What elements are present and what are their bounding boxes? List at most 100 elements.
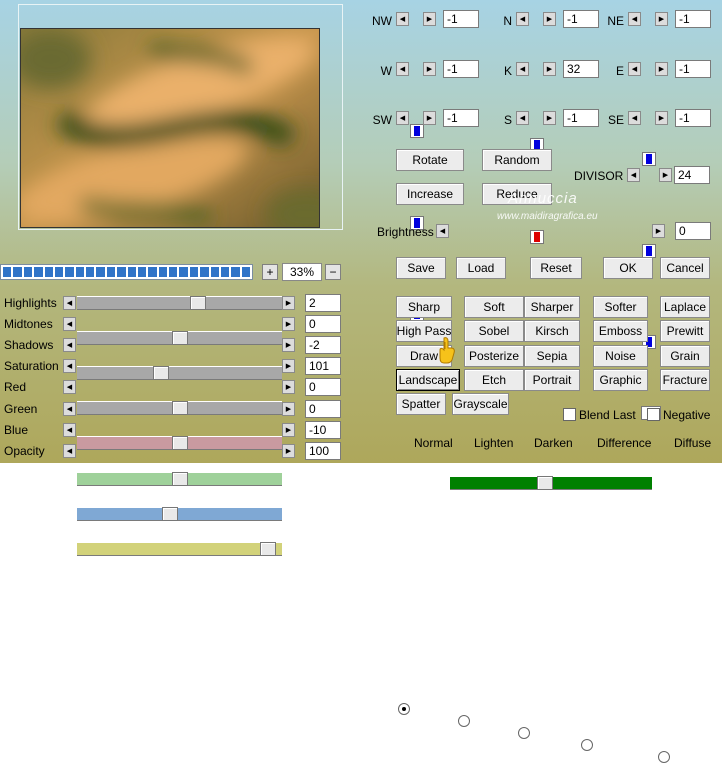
shadows-decrease-arrow[interactable]: ◀: [63, 338, 76, 353]
kernel-k-decrease-arrow[interactable]: ◀: [516, 62, 529, 76]
midtones-track[interactable]: [77, 331, 282, 346]
red-field[interactable]: 0: [305, 378, 341, 397]
kernel-ne-decrease-arrow[interactable]: ◀: [628, 12, 641, 26]
saturation-increase-arrow[interactable]: ▶: [282, 359, 295, 374]
preset-sepia-button[interactable]: Sepia: [524, 344, 580, 367]
preset-sharper-button[interactable]: Sharper: [524, 296, 580, 318]
red-decrease-arrow[interactable]: ◀: [63, 380, 76, 395]
midtones-decrease-arrow[interactable]: ◀: [63, 317, 76, 332]
midtones-field[interactable]: 0: [305, 315, 341, 334]
negative-checkbox[interactable]: [647, 408, 660, 421]
kernel-e-indicator[interactable]: [642, 244, 656, 258]
kernel-sw-field[interactable]: -1: [443, 109, 479, 127]
saturation-field[interactable]: 101: [305, 357, 341, 376]
highlights-thumb[interactable]: [190, 296, 206, 310]
preset-spatter-button[interactable]: Spatter: [396, 393, 446, 416]
mode-darken-radio[interactable]: [518, 727, 530, 739]
kernel-nw-indicator[interactable]: [410, 124, 424, 138]
preset-sharp-button[interactable]: Sharp: [396, 296, 452, 318]
brightness-increase-arrow[interactable]: ▶: [652, 224, 665, 238]
highlights-decrease-arrow[interactable]: ◀: [63, 296, 76, 310]
kernel-sw-decrease-arrow[interactable]: ◀: [396, 111, 409, 125]
kernel-w-decrease-arrow[interactable]: ◀: [396, 62, 409, 76]
blend-last-checkbox[interactable]: [563, 408, 576, 421]
kernel-k-field[interactable]: 32: [563, 60, 599, 78]
kernel-s-increase-arrow[interactable]: ▶: [543, 111, 556, 125]
red-thumb[interactable]: [172, 436, 188, 451]
increase-button[interactable]: Increase: [396, 183, 464, 205]
kernel-e-field[interactable]: -1: [675, 60, 711, 78]
opacity-field[interactable]: 100: [305, 441, 341, 460]
shadows-track[interactable]: [77, 366, 282, 381]
highlights-increase-arrow[interactable]: ▶: [282, 296, 295, 310]
cancel-button[interactable]: Cancel: [660, 257, 710, 279]
kernel-w-increase-arrow[interactable]: ▶: [423, 62, 436, 76]
kernel-n-field[interactable]: -1: [563, 10, 599, 28]
green-field[interactable]: 0: [305, 399, 341, 418]
saturation-track[interactable]: [77, 401, 282, 416]
midtones-thumb[interactable]: [172, 331, 188, 346]
opacity-track[interactable]: [77, 541, 282, 556]
preset-portrait-button[interactable]: Portrait: [524, 368, 580, 391]
shadows-increase-arrow[interactable]: ▶: [282, 338, 295, 353]
preset-fracture-button[interactable]: Fracture: [660, 368, 710, 391]
kernel-k-increase-arrow[interactable]: ▶: [543, 62, 556, 76]
blue-field[interactable]: -10: [305, 420, 341, 439]
preset-sobel-button[interactable]: Sobel: [464, 320, 524, 343]
green-thumb[interactable]: [172, 471, 188, 486]
kernel-k-indicator[interactable]: [530, 230, 544, 244]
saturation-thumb[interactable]: [172, 401, 188, 416]
red-track[interactable]: [77, 436, 282, 451]
brightness-thumb[interactable]: [537, 476, 553, 490]
saturation-decrease-arrow[interactable]: ◀: [63, 359, 76, 374]
highlights-field[interactable]: 2: [305, 294, 341, 312]
kernel-nw-field[interactable]: -1: [443, 10, 479, 28]
kernel-sw-increase-arrow[interactable]: ▶: [423, 111, 436, 125]
ok-button[interactable]: OK: [603, 257, 653, 279]
divisor-decrease-arrow[interactable]: ◀: [627, 168, 640, 182]
green-track[interactable]: [77, 471, 282, 486]
kernel-ne-increase-arrow[interactable]: ▶: [655, 12, 668, 26]
reset-button[interactable]: Reset: [530, 257, 582, 279]
kernel-ne-field[interactable]: -1: [675, 10, 711, 28]
kernel-e-decrease-arrow[interactable]: ◀: [628, 62, 641, 76]
zoom-out-button[interactable]: −: [325, 264, 341, 280]
preset-soft-button[interactable]: Soft: [464, 296, 524, 318]
preset-noise-button[interactable]: Noise: [593, 344, 648, 367]
opacity-increase-arrow[interactable]: ▶: [282, 443, 295, 458]
highlights-track[interactable]: [77, 296, 282, 310]
kernel-w-field[interactable]: -1: [443, 60, 479, 78]
kernel-se-increase-arrow[interactable]: ▶: [655, 111, 668, 125]
red-increase-arrow[interactable]: ▶: [282, 380, 295, 395]
save-button[interactable]: Save: [396, 257, 446, 279]
preset-laplace-button[interactable]: Laplace: [660, 296, 710, 318]
mode-lighten-radio[interactable]: [458, 715, 470, 727]
preset-emboss-button[interactable]: Emboss: [593, 320, 648, 343]
preset-grain-button[interactable]: Grain: [660, 344, 710, 367]
blue-track[interactable]: [77, 506, 282, 521]
green-increase-arrow[interactable]: ▶: [282, 401, 295, 416]
preset-posterize-button[interactable]: Posterize: [464, 344, 524, 367]
preset-softer-button[interactable]: Softer: [593, 296, 648, 318]
rotate-button[interactable]: Rotate: [396, 149, 464, 171]
kernel-ne-indicator[interactable]: [642, 152, 656, 166]
preset-prewitt-button[interactable]: Prewitt: [660, 320, 710, 343]
kernel-n-decrease-arrow[interactable]: ◀: [516, 12, 529, 26]
preset-etch-button[interactable]: Etch: [464, 368, 524, 391]
blue-increase-arrow[interactable]: ▶: [282, 422, 295, 437]
blue-thumb[interactable]: [162, 506, 178, 521]
kernel-nw-decrease-arrow[interactable]: ◀: [396, 12, 409, 26]
kernel-se-field[interactable]: -1: [675, 109, 711, 127]
load-button[interactable]: Load: [456, 257, 506, 279]
mode-difference-radio[interactable]: [581, 739, 593, 751]
kernel-s-decrease-arrow[interactable]: ◀: [516, 111, 529, 125]
preset-grayscale-button[interactable]: Grayscale: [452, 393, 509, 416]
brightness-decrease-arrow[interactable]: ◀: [436, 224, 449, 238]
brightness-field[interactable]: 0: [675, 222, 711, 240]
kernel-e-increase-arrow[interactable]: ▶: [655, 62, 668, 76]
zoom-in-button[interactable]: +: [262, 264, 278, 280]
random-button[interactable]: Random: [482, 149, 552, 171]
brightness-track[interactable]: [450, 476, 652, 490]
preset-landscape-button[interactable]: Landscape: [396, 368, 460, 391]
blue-decrease-arrow[interactable]: ◀: [63, 422, 76, 437]
